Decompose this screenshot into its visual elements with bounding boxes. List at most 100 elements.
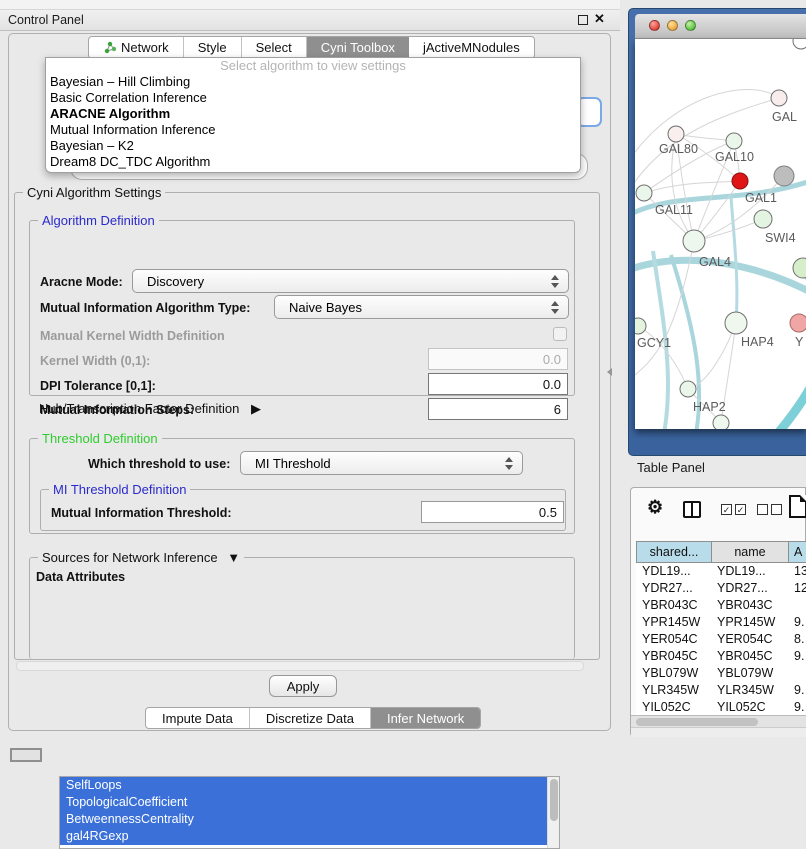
algorithm-option[interactable]: Bayesian – K2 bbox=[46, 138, 580, 154]
settings-group-title: Cyni Algorithm Settings bbox=[23, 185, 165, 200]
data-attributes-label: Data Attributes bbox=[36, 570, 125, 584]
which-threshold-value: MI Threshold bbox=[255, 456, 331, 471]
mi-type-combo[interactable]: Naive Bayes bbox=[274, 295, 569, 319]
table-panel-title: Table Panel bbox=[637, 460, 705, 475]
float-window-icon[interactable] bbox=[578, 15, 588, 25]
close-icon[interactable]: ✕ bbox=[594, 11, 605, 27]
tab-style[interactable]: Style bbox=[184, 37, 242, 58]
table-header-row: shared... name A bbox=[636, 541, 806, 563]
tab-select[interactable]: Select bbox=[242, 37, 307, 58]
node-label: GAL bbox=[772, 110, 797, 124]
threshold-definition-title: Threshold Definition bbox=[38, 431, 162, 446]
algorithm-option[interactable]: Dream8 DC_TDC Algorithm bbox=[46, 154, 580, 170]
close-traffic-light[interactable] bbox=[649, 20, 660, 31]
table-row[interactable]: YBR045CYBR045C9. bbox=[636, 648, 806, 665]
manual-kernel-checkbox[interactable] bbox=[553, 327, 567, 341]
which-threshold-combo[interactable]: MI Threshold bbox=[240, 451, 523, 475]
table-horizontal-scrollbar[interactable] bbox=[631, 715, 806, 727]
tab-network[interactable]: Network bbox=[89, 37, 184, 58]
table-row[interactable]: YDL19...YDL19...13 bbox=[636, 563, 806, 580]
hub-definition-expander[interactable]: Hub/Transcription Factor Definition ▶ bbox=[39, 401, 261, 417]
kernel-width-field[interactable]: 0.0 bbox=[428, 348, 568, 370]
control-panel-titlebar: Control Panel ✕ bbox=[0, 10, 620, 31]
bottom-corner-widget[interactable] bbox=[10, 748, 42, 762]
network-window[interactable]: GAL GAL80 GAL10 GAL1 GAL11 SWI4 GAL4 GCY… bbox=[628, 8, 806, 456]
column-header-shared-name[interactable]: shared... bbox=[636, 541, 711, 563]
attribute-item[interactable]: SelfLoops bbox=[60, 777, 559, 794]
tab-cyni-toolbox[interactable]: Cyni Toolbox bbox=[307, 37, 409, 58]
cyni-algorithm-settings-group: Cyni Algorithm Settings Algorithm Defini… bbox=[14, 192, 600, 660]
control-panel-tabbar: Network Style Select Cyni Toolbox jActiv… bbox=[88, 36, 535, 59]
column-header-name[interactable]: name bbox=[711, 541, 788, 563]
node-label: Y bbox=[795, 335, 804, 349]
algorithm-definition-group: Algorithm Definition Aracne Mode: Discov… bbox=[29, 220, 575, 396]
tab-infer-network[interactable]: Infer Network bbox=[371, 708, 480, 728]
collapse-down-icon[interactable]: ▼ bbox=[227, 550, 240, 565]
tab-infer-label: Infer Network bbox=[387, 711, 464, 726]
table-row[interactable]: YIL052CYIL052C9. bbox=[636, 699, 806, 715]
attributes-scrollbar[interactable] bbox=[547, 777, 559, 848]
unchecked-checkbox-icon[interactable] bbox=[771, 504, 782, 515]
combo-arrows-icon bbox=[551, 301, 559, 314]
unchecked-checkbox-icon[interactable] bbox=[757, 504, 768, 515]
mi-threshold-group: MI Threshold Definition Mutual Informati… bbox=[40, 489, 566, 531]
attribute-item[interactable]: gal4RGexp bbox=[60, 828, 559, 845]
threshold-definition-group: Threshold Definition Which threshold to … bbox=[29, 438, 575, 534]
hub-definition-label: Hub/Transcription Factor Definition bbox=[39, 401, 239, 416]
algorithm-option[interactable]: Basic Correlation Inference bbox=[46, 90, 580, 106]
node-label: HAP2 bbox=[693, 400, 726, 414]
data-attributes-list: SelfLoops TopologicalCoefficient Between… bbox=[59, 776, 560, 849]
which-threshold-label: Which threshold to use: bbox=[88, 457, 230, 471]
table-row[interactable]: YER054CYER054C8. bbox=[636, 631, 806, 648]
network-canvas[interactable]: GAL GAL80 GAL10 GAL1 GAL11 SWI4 GAL4 GCY… bbox=[635, 39, 806, 429]
aracne-mode-combo[interactable]: Discovery bbox=[132, 269, 569, 293]
zoom-traffic-light[interactable] bbox=[685, 20, 696, 31]
column-header-truncated[interactable]: A bbox=[788, 541, 806, 563]
checked-checkbox-icon[interactable]: ✓ bbox=[735, 504, 746, 515]
node-label: SWI4 bbox=[765, 231, 796, 245]
splitter-collapse-icon[interactable] bbox=[607, 368, 612, 376]
algorithm-option[interactable]: Bayesian – Hill Climbing bbox=[46, 74, 580, 90]
aracne-mode-label: Aracne Mode: bbox=[40, 275, 123, 289]
tab-style-label: Style bbox=[198, 40, 227, 55]
dpi-tolerance-label: DPI Tolerance [0,1]: bbox=[40, 379, 156, 393]
algorithm-option-selected[interactable]: ARACNE Algorithm bbox=[46, 106, 580, 122]
table-row[interactable]: YLR345WYLR345W9. bbox=[636, 682, 806, 699]
table-panel: ⚙ ✓ ✓ shared... name A YDL19...YDL19...1… bbox=[630, 487, 806, 737]
file-icon[interactable] bbox=[789, 495, 806, 518]
algorithm-option[interactable]: Mutual Information Inference bbox=[46, 122, 580, 138]
sources-group: Sources for Network Inference ▼ Data Att… bbox=[29, 557, 575, 659]
mi-threshold-label: Mutual Information Threshold: bbox=[51, 506, 232, 520]
node-label: GAL10 bbox=[715, 150, 754, 164]
network-window-titlebar[interactable] bbox=[635, 14, 806, 39]
combo-arrows-icon bbox=[505, 457, 513, 470]
node-label: GAL1 bbox=[745, 191, 777, 205]
network-graph: GAL GAL80 GAL10 GAL1 GAL11 SWI4 GAL4 GCY… bbox=[635, 39, 806, 429]
sources-title-text: Sources for Network Inference bbox=[42, 550, 218, 565]
columns-icon[interactable] bbox=[683, 501, 701, 518]
tab-impute-data[interactable]: Impute Data bbox=[146, 708, 250, 728]
attribute-item[interactable]: BetweennessCentrality bbox=[60, 811, 559, 828]
expand-right-icon: ▶ bbox=[251, 401, 261, 416]
gear-icon[interactable]: ⚙ bbox=[647, 497, 663, 518]
tab-jactivemnodules[interactable]: jActiveMNodules bbox=[409, 37, 534, 58]
dpi-tolerance-field[interactable]: 0.0 bbox=[428, 373, 568, 395]
mi-threshold-field[interactable]: 0.5 bbox=[421, 501, 564, 523]
checked-checkbox-icon[interactable]: ✓ bbox=[721, 504, 732, 515]
mi-steps-field[interactable]: 6 bbox=[428, 398, 568, 420]
table-body: YDL19...YDL19...13 YDR27...YDR27...12 YB… bbox=[636, 563, 806, 715]
table-row[interactable]: YPR145WYPR145W9. bbox=[636, 614, 806, 631]
node-label: HAP4 bbox=[741, 335, 774, 349]
attribute-item[interactable]: TopologicalCoefficient bbox=[60, 794, 559, 811]
table-row[interactable]: YDR27...YDR27...12 bbox=[636, 580, 806, 597]
table-row[interactable]: YBL079WYBL079W bbox=[636, 665, 806, 682]
table-hscroll-thumb[interactable] bbox=[636, 718, 758, 726]
top-edge-strip bbox=[0, 0, 620, 10]
algorithm-definition-title: Algorithm Definition bbox=[38, 213, 159, 228]
tab-discretize-data[interactable]: Discretize Data bbox=[250, 708, 371, 728]
apply-button[interactable]: Apply bbox=[269, 675, 337, 697]
table-row[interactable]: YBR043CYBR043C bbox=[636, 597, 806, 614]
table-toolbar: ⚙ ✓ ✓ bbox=[631, 488, 805, 534]
minimize-traffic-light[interactable] bbox=[667, 20, 678, 31]
node-label: GAL4 bbox=[699, 255, 731, 269]
